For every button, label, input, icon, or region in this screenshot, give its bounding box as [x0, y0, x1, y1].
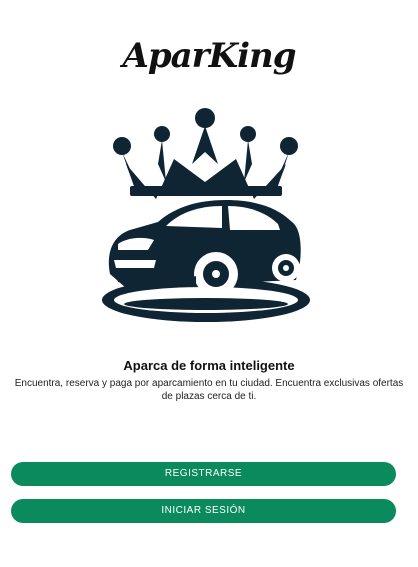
login-button[interactable]: INICIAR SESIÓN	[11, 499, 396, 523]
register-button[interactable]: REGISTRARSE	[11, 462, 396, 486]
tagline-description: Encuentra, reserva y paga por aparcamien…	[14, 378, 404, 402]
crown-car-logo-icon	[102, 108, 310, 322]
app-logo: AparKing	[122, 36, 296, 76]
tagline-title: Aparca de forma inteligente	[123, 358, 295, 373]
